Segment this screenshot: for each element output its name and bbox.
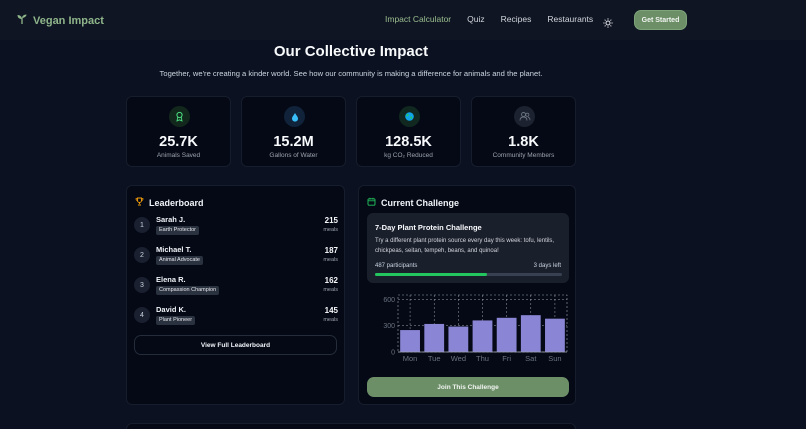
- meal-unit: meals: [323, 257, 338, 263]
- nav-link-quiz[interactable]: Quiz: [467, 14, 484, 24]
- meal-count: 215: [324, 216, 338, 225]
- x-tick-label: Mon: [403, 354, 418, 363]
- stat-card-members: 1.8K Community Members: [471, 96, 576, 167]
- challenge-panel: Current Challenge 7-Day Plant Protein Ch…: [358, 185, 576, 405]
- bar-tue: [424, 323, 445, 352]
- bar-fri: [496, 317, 517, 352]
- stat-label: Animals Saved: [156, 152, 201, 159]
- meal-unit: meals: [323, 227, 338, 233]
- leaderboard-title: Leaderboard: [149, 197, 204, 208]
- achievement-badge: Compassion Champion: [156, 286, 220, 295]
- meal-count: 162: [324, 276, 338, 285]
- user-name: Elena R.: [156, 275, 186, 284]
- calendar-icon: [367, 197, 376, 208]
- weekly-bar-chart: 0 300 600 Mon Tue Wed Thu Fri Sat Sun: [383, 294, 568, 363]
- next-section-card: [126, 423, 576, 429]
- challenge-description: Try a different plant protein source eve…: [375, 238, 555, 254]
- y-tick-label: 300: [383, 323, 395, 330]
- x-tick-label: Thu: [476, 354, 489, 363]
- user-name: Michael T.: [156, 245, 192, 254]
- x-tick-label: Sun: [548, 354, 561, 363]
- leaderboard-row[interactable]: 1 Sarah J. Earth Protector 215 meals: [134, 215, 338, 243]
- achievement-badge: Earth Protector: [156, 226, 199, 235]
- achievement-badge: Plant Pioneer: [156, 316, 196, 325]
- page-subtitle: Together, we're creating a kinder world.…: [159, 69, 543, 78]
- y-tick-label: 0: [391, 350, 395, 357]
- bar-sat: [520, 315, 541, 352]
- rank-badge: 4: [134, 307, 150, 323]
- rank-badge: 2: [134, 247, 150, 263]
- nav-link-impact-calculator[interactable]: Impact Calculator: [385, 14, 451, 24]
- x-tick-label: Sat: [525, 354, 537, 363]
- x-tick-label: Fri: [502, 354, 511, 363]
- user-name: David K.: [156, 305, 187, 314]
- water-drop-icon: [284, 106, 305, 127]
- challenge-card: 7-Day Plant Protein Challenge Try a diff…: [367, 213, 569, 283]
- meal-unit: meals: [323, 317, 338, 323]
- stat-label: kg CO₂ Reduced: [384, 152, 433, 159]
- achievement-badge: Animal Advocate: [156, 256, 203, 265]
- stat-value: 15.2M: [273, 134, 314, 150]
- nav-links: Impact Calculator Quiz Recipes Restauran…: [385, 14, 593, 24]
- days-left: 3 days left: [533, 263, 561, 269]
- brand[interactable]: Vegan Impact: [16, 12, 104, 30]
- top-nav: Vegan Impact Impact Calculator Quiz Reci…: [0, 0, 806, 40]
- stat-label: Community Members: [492, 152, 555, 159]
- rank-badge: 1: [134, 217, 150, 233]
- x-tick-label: Tue: [428, 354, 441, 363]
- nav-link-restaurants[interactable]: Restaurants: [547, 14, 593, 24]
- get-started-button[interactable]: Get Started: [634, 10, 687, 30]
- challenge-progress-bar: [375, 273, 562, 276]
- rank-badge: 3: [134, 277, 150, 293]
- brand-name: Vegan Impact: [33, 15, 104, 27]
- sprout-icon: [16, 12, 28, 30]
- leaderboard-row[interactable]: 2 Michael T. Animal Advocate 187 meals: [134, 245, 338, 273]
- page-title: Our Collective Impact: [273, 43, 429, 60]
- bar-sun: [545, 318, 565, 352]
- stat-card-co2: 128.5K kg CO₂ Reduced: [356, 96, 461, 167]
- challenge-progress-fill: [375, 273, 488, 276]
- bar-thu: [472, 320, 493, 352]
- x-tick-label: Wed: [451, 354, 466, 363]
- challenge-title: 7-Day Plant Protein Challenge: [375, 223, 482, 232]
- leaderboard-row[interactable]: 3 Elena R. Compassion Champion 162 meals: [134, 275, 338, 303]
- ribbon-icon: [169, 106, 190, 127]
- stat-card-animals: 25.7K Animals Saved: [126, 96, 231, 167]
- challenge-heading: Current Challenge: [367, 197, 459, 208]
- meal-unit: meals: [323, 287, 338, 293]
- bar-mon: [400, 330, 420, 352]
- participant-count: 487 participants: [375, 263, 418, 269]
- weekly-chart: 0 300 600 Mon Tue Wed Thu Fri Sat Sun: [359, 291, 577, 376]
- stat-label: Gallons of Water: [269, 152, 318, 159]
- stat-value: 1.8K: [508, 134, 539, 150]
- bar-wed: [448, 326, 469, 352]
- trophy-icon: [135, 197, 144, 208]
- challenge-section-title: Current Challenge: [381, 197, 460, 208]
- leaderboard-heading: Leaderboard: [135, 197, 204, 208]
- leaderboard-row[interactable]: 4 David K. Plant Pioneer 145 meals: [134, 305, 338, 333]
- meal-count: 145: [324, 306, 338, 315]
- meal-count: 187: [324, 246, 338, 255]
- nav-link-recipes[interactable]: Recipes: [501, 14, 532, 24]
- user-name: Sarah J.: [156, 215, 186, 224]
- y-tick-label: 600: [383, 297, 395, 304]
- sun-icon[interactable]: [603, 15, 613, 28]
- globe-icon: [399, 106, 420, 127]
- join-challenge-button[interactable]: Join This Challenge: [367, 377, 569, 397]
- stat-value: 25.7K: [159, 134, 198, 150]
- stat-value: 128.5K: [385, 134, 432, 150]
- view-full-leaderboard-button[interactable]: View Full Leaderboard: [134, 335, 337, 355]
- leaderboard-panel: Leaderboard 1 Sarah J. Earth Protector 2…: [126, 185, 345, 405]
- stat-card-water: 15.2M Gallons of Water: [241, 96, 346, 167]
- users-icon: [514, 106, 535, 127]
